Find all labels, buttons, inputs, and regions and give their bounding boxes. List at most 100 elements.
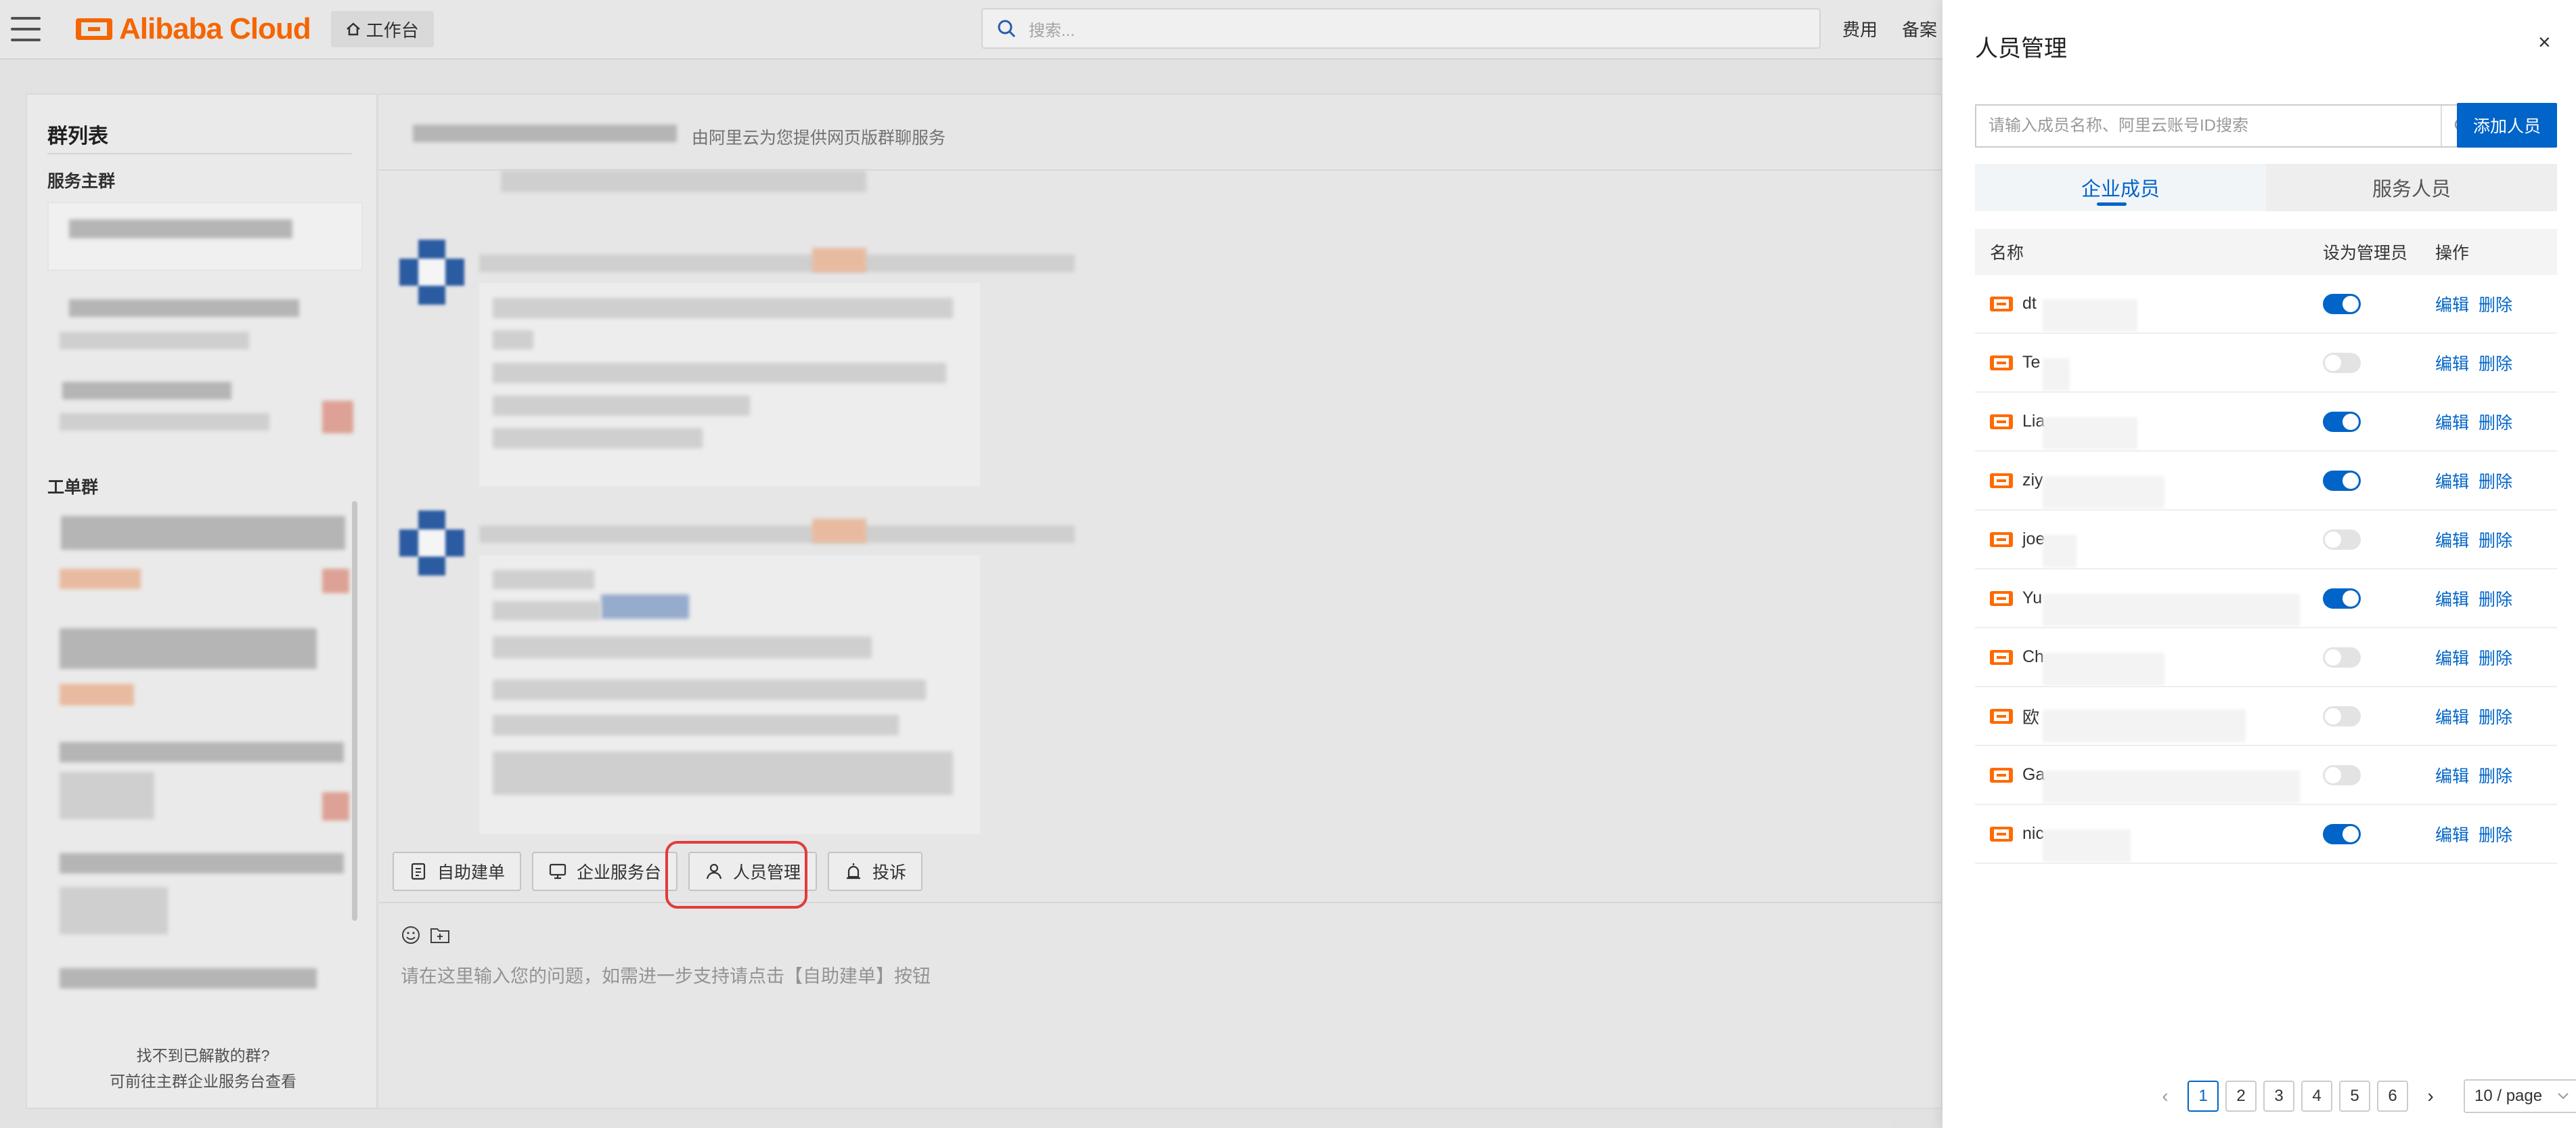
delete-link[interactable]: 删除 bbox=[2479, 351, 2512, 375]
redacted-name bbox=[2043, 535, 2077, 567]
add-member-button[interactable]: 添加人员 bbox=[2457, 103, 2557, 148]
admin-toggle[interactable] bbox=[2323, 411, 2361, 432]
member-name-cell: Lia bbox=[1975, 412, 2313, 450]
delete-link[interactable]: 删除 bbox=[2479, 704, 2512, 729]
alibaba-cloud-account-icon bbox=[1990, 708, 2013, 724]
next-page-icon[interactable]: › bbox=[2415, 1085, 2446, 1107]
delete-link[interactable]: 删除 bbox=[2479, 527, 2512, 552]
pagination: ‹ 1 2 3 4 5 6 › 10 / page bbox=[2150, 1079, 2576, 1113]
member-name-cell: Ch bbox=[1975, 647, 2313, 685]
admin-toggle[interactable] bbox=[2323, 706, 2361, 726]
member-name-cell: Ga bbox=[1975, 765, 2313, 803]
page-2[interactable]: 2 bbox=[2225, 1081, 2257, 1112]
alibaba-cloud-account-icon bbox=[1990, 649, 2013, 665]
edit-link[interactable]: 编辑 bbox=[2435, 351, 2469, 375]
table-row: Ga 编辑 删除 bbox=[1975, 746, 2557, 805]
drawer-backdrop[interactable] bbox=[0, 0, 1942, 1128]
edit-link[interactable]: 编辑 bbox=[2435, 469, 2469, 493]
table-row: Ch 编辑 删除 bbox=[1975, 628, 2557, 687]
table-row: ziy 编辑 删除 bbox=[1975, 452, 2557, 511]
delete-link[interactable]: 删除 bbox=[2479, 292, 2512, 316]
delete-link[interactable]: 删除 bbox=[2479, 645, 2512, 670]
table-row: Te 编辑 删除 bbox=[1975, 334, 2557, 393]
member-name: Te bbox=[2022, 353, 2041, 372]
member-table: 名称 设为管理员 操作 dt 编辑 删除 Te 编辑 删除 Lia 编辑 删除 ziy 编辑 删除 jo… bbox=[1975, 229, 2557, 864]
delete-link[interactable]: 删除 bbox=[2479, 763, 2512, 787]
page-size-select[interactable]: 10 / page bbox=[2464, 1079, 2576, 1113]
alibaba-cloud-account-icon bbox=[1990, 473, 2013, 488]
page-4[interactable]: 4 bbox=[2301, 1081, 2332, 1112]
edit-link[interactable]: 编辑 bbox=[2435, 586, 2469, 611]
member-management-highlight bbox=[665, 841, 807, 909]
member-name: ziy bbox=[2022, 471, 2043, 490]
delete-link[interactable]: 删除 bbox=[2479, 410, 2512, 434]
member-name: dt bbox=[2022, 294, 2037, 313]
admin-toggle[interactable] bbox=[2323, 529, 2361, 550]
admin-toggle[interactable] bbox=[2323, 470, 2361, 491]
table-row: nic 编辑 删除 bbox=[1975, 805, 2557, 864]
member-name-cell: Te bbox=[1975, 353, 2313, 391]
member-name: Yu bbox=[2022, 588, 2043, 607]
chevron-down-icon bbox=[2558, 1093, 2569, 1100]
admin-toggle[interactable] bbox=[2323, 764, 2361, 785]
member-name-cell: 欧 bbox=[1975, 704, 2313, 742]
alibaba-cloud-account-icon bbox=[1990, 296, 2013, 311]
tab-service-staff[interactable]: 服务人员 bbox=[2266, 164, 2557, 211]
redacted-name bbox=[2043, 709, 2246, 742]
member-search-input[interactable] bbox=[1976, 106, 2441, 146]
redacted-name bbox=[2043, 594, 2300, 626]
redacted-name bbox=[2043, 771, 2300, 803]
table-row: joe 编辑 删除 bbox=[1975, 511, 2557, 569]
delete-link[interactable]: 删除 bbox=[2479, 469, 2512, 493]
alibaba-cloud-account-icon bbox=[1990, 767, 2013, 783]
alibaba-cloud-account-icon bbox=[1990, 414, 2013, 429]
edit-link[interactable]: 编辑 bbox=[2435, 645, 2469, 670]
member-name-cell: joe bbox=[1975, 529, 2313, 567]
redacted-name bbox=[2043, 417, 2137, 450]
column-admin: 设为管理员 bbox=[2323, 244, 2408, 263]
alibaba-cloud-account-icon bbox=[1990, 532, 2013, 547]
alibaba-cloud-account-icon bbox=[1990, 590, 2013, 606]
member-name: Ch bbox=[2022, 647, 2044, 666]
edit-link[interactable]: 编辑 bbox=[2435, 527, 2469, 552]
member-name-cell: nic bbox=[1975, 824, 2313, 862]
member-name: Lia bbox=[2022, 412, 2045, 431]
member-tabs: 企业成员 服务人员 bbox=[1975, 164, 2557, 211]
alibaba-cloud-account-icon bbox=[1990, 355, 2013, 370]
page-3[interactable]: 3 bbox=[2263, 1081, 2294, 1112]
column-name: 名称 bbox=[1990, 244, 2024, 263]
member-name: 欧 bbox=[2022, 708, 2040, 727]
admin-toggle[interactable] bbox=[2323, 352, 2361, 373]
admin-toggle[interactable] bbox=[2323, 823, 2361, 844]
page-5[interactable]: 5 bbox=[2339, 1081, 2370, 1112]
member-management-drawer: 人员管理 × 添加人员 企业成员 服务人员 名称 设为管理员 操作 dt编辑删除… bbox=[1942, 0, 2576, 1128]
member-name: Ga bbox=[2022, 765, 2045, 784]
redacted-name bbox=[2043, 476, 2164, 508]
tab-enterprise-members[interactable]: 企业成员 bbox=[1975, 164, 2266, 211]
table-row: 欧 编辑 删除 bbox=[1975, 687, 2557, 746]
member-name-cell: Yu bbox=[1975, 588, 2313, 626]
edit-link[interactable]: 编辑 bbox=[2435, 704, 2469, 729]
edit-link[interactable]: 编辑 bbox=[2435, 763, 2469, 787]
close-icon[interactable]: × bbox=[2538, 30, 2551, 55]
prev-page-icon[interactable]: ‹ bbox=[2150, 1085, 2181, 1107]
edit-link[interactable]: 编辑 bbox=[2435, 292, 2469, 316]
delete-link[interactable]: 删除 bbox=[2479, 586, 2512, 611]
admin-toggle[interactable] bbox=[2323, 588, 2361, 609]
admin-toggle[interactable] bbox=[2323, 647, 2361, 668]
table-row: Lia 编辑 删除 bbox=[1975, 393, 2557, 452]
page-1[interactable]: 1 bbox=[2188, 1081, 2219, 1112]
member-name: joe bbox=[2022, 529, 2045, 548]
table-row: Yu 编辑 删除 bbox=[1975, 569, 2557, 628]
admin-toggle[interactable] bbox=[2323, 293, 2361, 314]
delete-link[interactable]: 删除 bbox=[2479, 822, 2512, 846]
edit-link[interactable]: 编辑 bbox=[2435, 410, 2469, 434]
page-6[interactable]: 6 bbox=[2377, 1081, 2408, 1112]
redacted-name bbox=[2043, 358, 2070, 391]
page-size-value: 10 / page bbox=[2474, 1087, 2543, 1105]
redacted-name bbox=[2043, 653, 2164, 685]
member-name-cell: ziy bbox=[1975, 471, 2313, 508]
edit-link[interactable]: 编辑 bbox=[2435, 822, 2469, 846]
column-actions: 操作 bbox=[2435, 244, 2470, 263]
drawer-title: 人员管理 bbox=[1975, 36, 2067, 62]
